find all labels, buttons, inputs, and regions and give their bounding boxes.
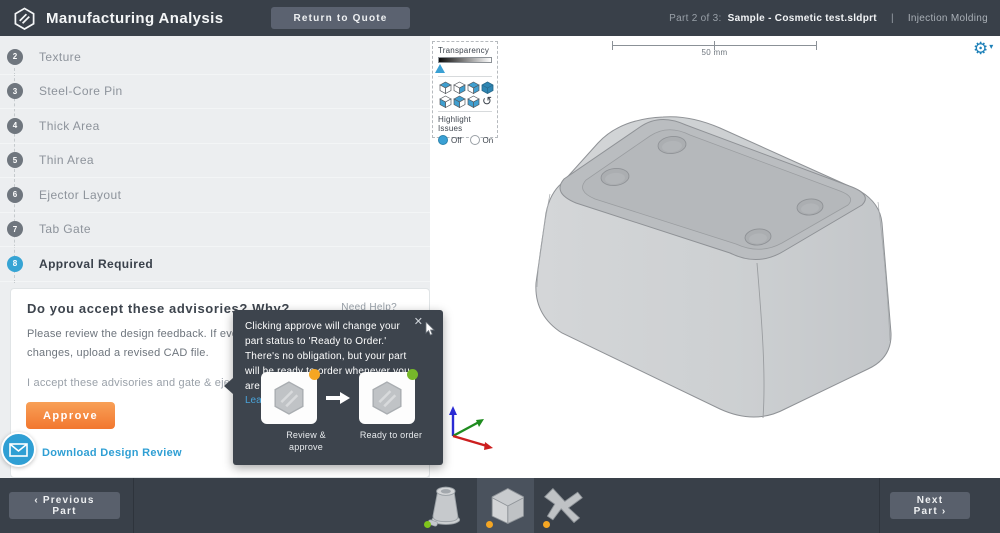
protolabs-logo-icon <box>13 7 36 30</box>
part-info: Part 2 of 3: Sample - Cosmetic test.sldp… <box>669 0 988 36</box>
highlight-issues-label: Highlight Issues <box>438 115 492 133</box>
part-thumbnail-2-selected[interactable] <box>477 478 534 533</box>
scale-ruler: 50 mm <box>612 41 817 57</box>
step-badge: 7 <box>7 221 23 237</box>
rotate-view-icon[interactable]: ↺ <box>480 94 494 108</box>
envelope-icon <box>9 443 28 457</box>
status-dot-orange <box>486 521 493 528</box>
previous-part-button[interactable]: ‹ Previous Part <box>9 492 120 519</box>
view-options-panel: Transparency <box>432 41 498 138</box>
status-transition-graphic <box>233 372 443 424</box>
part-filename: Sample - Cosmetic test.sldprt <box>728 13 877 24</box>
approve-info-popover: Clicking approve will change your part s… <box>233 310 443 465</box>
highlight-on-radio[interactable] <box>470 135 480 145</box>
part-navigation-bar: ‹ Previous Part Ne <box>0 478 1000 533</box>
sidebar-item-steel-core-pin[interactable]: 3 Steel-Core Pin <box>0 75 430 110</box>
transparency-slider[interactable] <box>438 57 492 63</box>
status-dot-orange <box>543 521 550 528</box>
transition-arrow-icon <box>325 391 351 405</box>
return-to-quote-button[interactable]: Return to Quote <box>271 7 409 29</box>
contact-envelope-button[interactable] <box>1 432 36 467</box>
approve-button[interactable]: Approve <box>26 402 115 429</box>
download-design-review-link[interactable]: Download Design Review <box>42 447 182 459</box>
part-progress: Part 2 of 3: <box>669 13 722 24</box>
status-dot-orange <box>309 369 320 380</box>
highlight-off-label: Off <box>451 136 462 145</box>
sidebar-item-thin-area[interactable]: 5 Thin Area <box>0 144 430 179</box>
step-badge-active: 8 <box>7 256 23 272</box>
advisory-steps-list: 2 Texture 3 Steel-Core Pin 4 Thick Area … <box>0 40 430 282</box>
viewer-settings-control[interactable]: ⚙ ▾ <box>973 40 993 57</box>
status-dot-green <box>424 521 431 528</box>
highlight-off-radio[interactable] <box>438 135 448 145</box>
scale-label: 50 mm <box>612 48 817 57</box>
view-top-left-icon[interactable] <box>452 94 466 108</box>
view-corner-icon[interactable] <box>466 94 480 108</box>
step-badge: 5 <box>7 152 23 168</box>
sidebar-item-tab-gate[interactable]: 7 Tab Gate <box>0 213 430 248</box>
view-front-icon[interactable] <box>452 80 466 94</box>
ready-to-order-tile <box>359 372 415 424</box>
mouse-cursor-icon <box>425 322 435 336</box>
close-icon[interactable]: ✕ <box>414 317 423 328</box>
app-title: Manufacturing Analysis <box>46 10 223 27</box>
top-bar: Manufacturing Analysis Return to Quote P… <box>0 0 1000 36</box>
view-left-icon[interactable] <box>438 94 452 108</box>
review-approve-label: Review & approve <box>261 430 351 453</box>
part-thumbnail-3[interactable] <box>534 478 591 533</box>
transparency-slider-thumb[interactable] <box>435 64 445 73</box>
view-orientation-grid: ↺ <box>438 80 492 108</box>
manufacturing-analysis-app: Manufacturing Analysis Return to Quote P… <box>0 0 1000 533</box>
sidebar-item-thick-area[interactable]: 4 Thick Area <box>0 109 430 144</box>
ready-to-order-label: Ready to order <box>346 430 436 442</box>
status-dot-green <box>407 369 418 380</box>
transparency-label: Transparency <box>438 46 492 55</box>
step-badge: 3 <box>7 83 23 99</box>
axis-triad-icon <box>443 403 498 458</box>
step-badge: 6 <box>7 187 23 203</box>
process-label: Injection Molding <box>908 13 988 24</box>
popover-arrow <box>224 378 233 394</box>
step-badge: 2 <box>7 49 23 65</box>
sidebar-item-texture[interactable]: 2 Texture <box>0 40 430 75</box>
review-approve-tile <box>261 372 317 424</box>
next-part-button[interactable]: Next Part › <box>890 492 970 519</box>
part-hexagon-icon <box>272 380 306 416</box>
view-top-icon[interactable] <box>438 80 452 94</box>
part-thumbnail-1[interactable] <box>415 478 472 533</box>
step-badge: 4 <box>7 118 23 134</box>
topbar-separator: | <box>891 13 894 24</box>
gear-icon[interactable]: ⚙ <box>973 40 988 57</box>
view-top-right-icon[interactable] <box>466 80 480 94</box>
sidebar-item-ejector-layout[interactable]: 6 Ejector Layout <box>0 178 430 213</box>
sidebar-item-approval-required[interactable]: 8 Approval Required <box>0 247 430 282</box>
view-isometric-icon[interactable] <box>480 80 494 94</box>
highlight-on-label: On <box>483 136 494 145</box>
highlight-issues-radios: Off On <box>438 135 492 145</box>
cad-model-render[interactable] <box>500 103 970 463</box>
chevron-down-icon[interactable]: ▾ <box>989 42 993 51</box>
part-hexagon-icon <box>370 380 404 416</box>
